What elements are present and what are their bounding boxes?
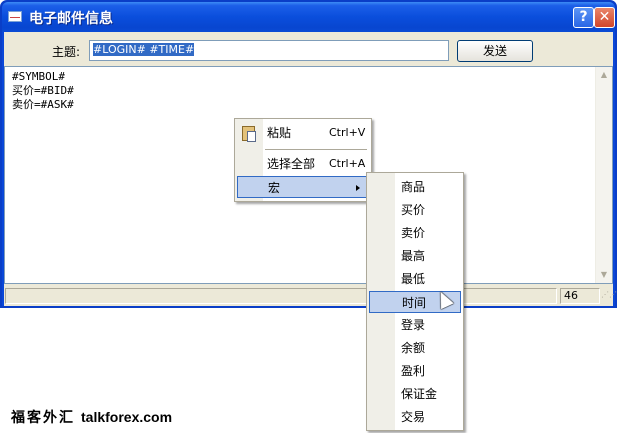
submenu-item-label: 卖价 <box>401 226 426 240</box>
submenu-item[interactable]: 商品 <box>369 176 461 198</box>
window-title: 电子邮件信息 <box>29 11 113 27</box>
menu-item-macro[interactable]: 宏 <box>237 176 369 198</box>
help-button[interactable]: ? <box>573 7 594 28</box>
submenu-item-label: 盈利 <box>401 364 426 378</box>
menu-item-shortcut: Ctrl+V <box>329 126 366 139</box>
subject-label: 主题: <box>52 45 81 59</box>
status-main-cell <box>5 288 557 304</box>
submenu-item-label: 登录 <box>401 318 426 332</box>
status-bar: 46 ⋰⋰ <box>4 286 617 306</box>
submenu-item-label: 买价 <box>401 203 426 217</box>
watermark: 福客外汇 talkforex.com <box>11 407 172 427</box>
submenu-item-label: 商品 <box>401 180 426 194</box>
submenu-item[interactable]: 保证金 <box>369 383 461 405</box>
submenu-item[interactable]: 交易 <box>369 406 461 428</box>
title-bar[interactable]: 电子邮件信息 ? ✕ <box>2 2 615 32</box>
resize-grip-icon[interactable]: ⋰⋰ <box>601 291 617 302</box>
context-menu: 粘贴 Ctrl+V 选择全部 Ctrl+A 宏 <box>234 118 372 202</box>
send-button[interactable]: 发送 <box>457 40 533 62</box>
menu-item-shortcut: Ctrl+A <box>329 157 366 170</box>
submenu-item[interactable]: 买价 <box>369 199 461 221</box>
close-button[interactable]: ✕ <box>594 7 615 28</box>
watermark-cn: 福客外汇 <box>11 410 75 426</box>
submenu-item-label: 最低 <box>401 272 426 286</box>
submenu-item[interactable]: 最低 <box>369 268 461 290</box>
envelope-icon <box>8 11 22 22</box>
subject-input[interactable]: #LOGIN# #TIME# <box>89 40 449 61</box>
paste-icon <box>242 126 256 142</box>
submenu-item[interactable]: 登录 <box>369 314 461 336</box>
submenu-arrow-icon <box>356 185 360 191</box>
submenu-item[interactable]: 卖价 <box>369 222 461 244</box>
menu-item-label: 粘贴 <box>267 126 292 140</box>
menu-item-select-all[interactable]: 选择全部 Ctrl+A <box>237 153 369 175</box>
submenu-item[interactable]: 最高 <box>369 245 461 267</box>
submenu-item-label: 最高 <box>401 249 426 263</box>
status-count: 46 <box>560 288 600 304</box>
subject-selected-text: #LOGIN# #TIME# <box>93 43 195 56</box>
menu-item-label: 宏 <box>268 181 281 195</box>
submenu-item-label: 时间 <box>402 296 427 310</box>
submenu-item-label: 交易 <box>401 410 426 424</box>
menu-item-paste[interactable]: 粘贴 Ctrl+V <box>237 122 369 144</box>
scroll-up-icon[interactable]: ▲ <box>596 67 612 83</box>
submenu-item-label: 保证金 <box>401 387 438 401</box>
scroll-down-icon[interactable]: ▼ <box>596 267 612 283</box>
vertical-scrollbar[interactable]: ▲ ▼ <box>595 67 612 283</box>
menu-separator <box>265 149 367 150</box>
menu-item-label: 选择全部 <box>267 157 316 171</box>
submenu-item[interactable]: 盈利 <box>369 360 461 382</box>
submenu-item-label: 余额 <box>401 341 426 355</box>
message-body-text: #SYMBOL# 买价=#BID# 卖价=#ASK# <box>12 70 74 111</box>
submenu-item[interactable]: 余额 <box>369 337 461 359</box>
watermark-en: talkforex.com <box>81 409 173 425</box>
